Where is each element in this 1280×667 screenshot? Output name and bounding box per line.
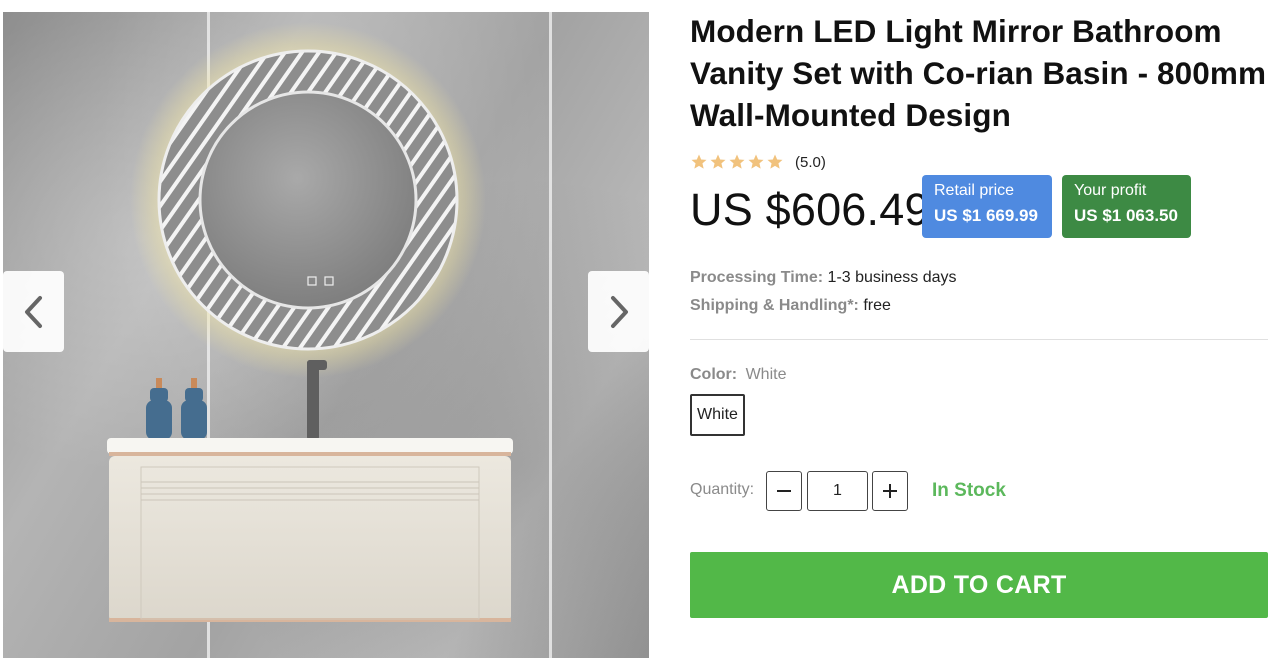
product-price: US $606.49 [690, 184, 930, 235]
faucet [307, 360, 319, 440]
shipping-value: free [863, 297, 891, 314]
retail-price-badge: Retail price US $1 669.99 [922, 175, 1052, 238]
profit-label: Your profit [1074, 182, 1147, 199]
color-selector-label: Color: White [690, 366, 786, 384]
soap-bottles [146, 378, 207, 440]
star-icon [710, 154, 726, 169]
shipping-handling: Shipping & Handling*: free [690, 297, 891, 315]
mirror-glass [198, 90, 418, 310]
divider [690, 339, 1268, 340]
processing-time: Processing Time: 1-3 business days [690, 269, 957, 287]
gallery-next-button[interactable] [588, 271, 649, 352]
processing-time-value: 1-3 business days [827, 269, 957, 286]
color-option-white[interactable]: White [690, 394, 745, 436]
product-rating: (5.0) [690, 153, 826, 171]
stock-status: In Stock [932, 480, 1006, 501]
quantity-increase-button[interactable] [872, 471, 908, 511]
star-icon [748, 154, 764, 169]
rating-stars [690, 153, 784, 171]
product-image-gallery [3, 12, 649, 658]
profit-value: US $1 063.50 [1074, 206, 1178, 225]
product-title: Modern LED Light Mirror Bathroom Vanity … [690, 13, 1267, 133]
color-selected-value: White [745, 366, 787, 383]
vanity-cabinet [109, 456, 511, 622]
star-icon [729, 154, 745, 169]
minus-icon [777, 490, 791, 492]
quantity-decrease-button[interactable] [766, 471, 802, 511]
quantity-input[interactable] [807, 471, 868, 511]
color-label: Color: [690, 366, 738, 383]
rating-value: (5.0) [795, 153, 826, 171]
chevron-right-icon [610, 295, 628, 328]
product-image [107, 22, 513, 622]
basin-top [107, 438, 513, 454]
plus-icon [883, 484, 897, 498]
star-icon [767, 154, 783, 169]
gallery-prev-button[interactable] [3, 271, 64, 352]
retail-price-value: US $1 669.99 [934, 206, 1038, 225]
processing-time-label: Processing Time: [690, 269, 824, 286]
quantity-label: Quantity: [690, 481, 755, 498]
profit-badge: Your profit US $1 063.50 [1062, 175, 1191, 238]
shipping-label: Shipping & Handling*: [690, 297, 859, 314]
chevron-left-icon [24, 295, 42, 328]
star-icon [691, 154, 707, 169]
retail-price-label: Retail price [934, 182, 1015, 199]
add-to-cart-button[interactable]: ADD TO CART [690, 552, 1268, 618]
